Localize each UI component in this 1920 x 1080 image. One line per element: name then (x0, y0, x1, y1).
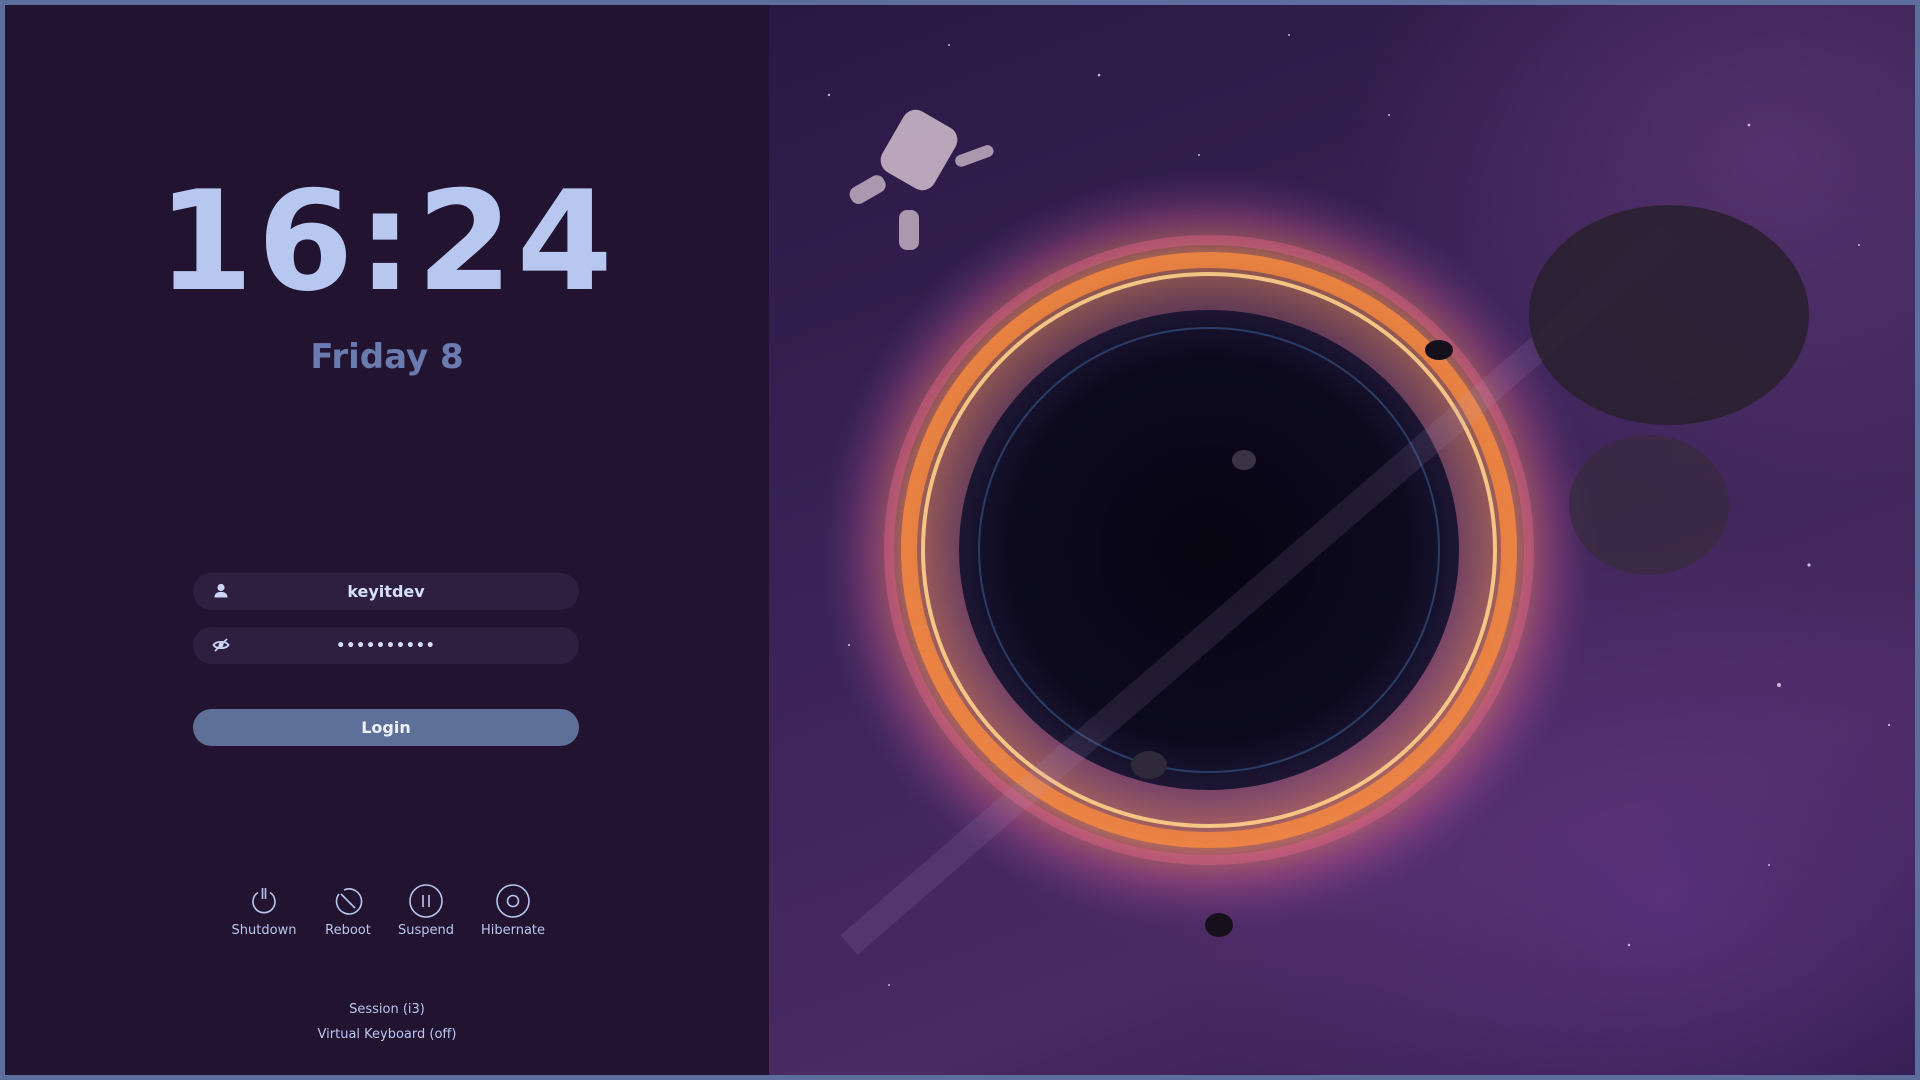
suspend-label: Suspend (397, 923, 454, 938)
hibernate-icon (495, 883, 531, 919)
clock-time: 16:24 (157, 161, 617, 322)
username-input[interactable] (243, 573, 529, 610)
login-screen: 16:24 Friday 8 Login (5, 5, 1915, 1075)
eye-off-icon[interactable] (211, 635, 231, 655)
password-field[interactable] (193, 627, 579, 664)
login-panel: 16:24 Friday 8 Login (5, 5, 769, 1075)
power-icon (246, 883, 282, 919)
black-hole-illustration (819, 34, 1891, 986)
wallpaper-image (769, 5, 1915, 1075)
hibernate-label: Hibernate (480, 923, 546, 938)
user-icon (211, 581, 231, 601)
reboot-icon (330, 883, 366, 919)
username-field[interactable] (193, 573, 579, 610)
session-selector[interactable]: Session (i3) (5, 1002, 769, 1017)
suspend-button[interactable]: Suspend (381, 883, 471, 938)
login-button[interactable]: Login (193, 709, 579, 746)
reboot-label: Reboot (325, 923, 371, 938)
shutdown-button[interactable]: Shutdown (219, 883, 309, 938)
hibernate-button[interactable]: Hibernate (468, 883, 558, 938)
pause-icon (408, 883, 444, 919)
password-input[interactable] (243, 627, 529, 664)
clock-date: Friday 8 (310, 337, 464, 377)
reboot-button[interactable]: Reboot (303, 883, 393, 938)
shutdown-label: Shutdown (231, 923, 297, 938)
virtual-keyboard-toggle[interactable]: Virtual Keyboard (off) (5, 1027, 769, 1042)
